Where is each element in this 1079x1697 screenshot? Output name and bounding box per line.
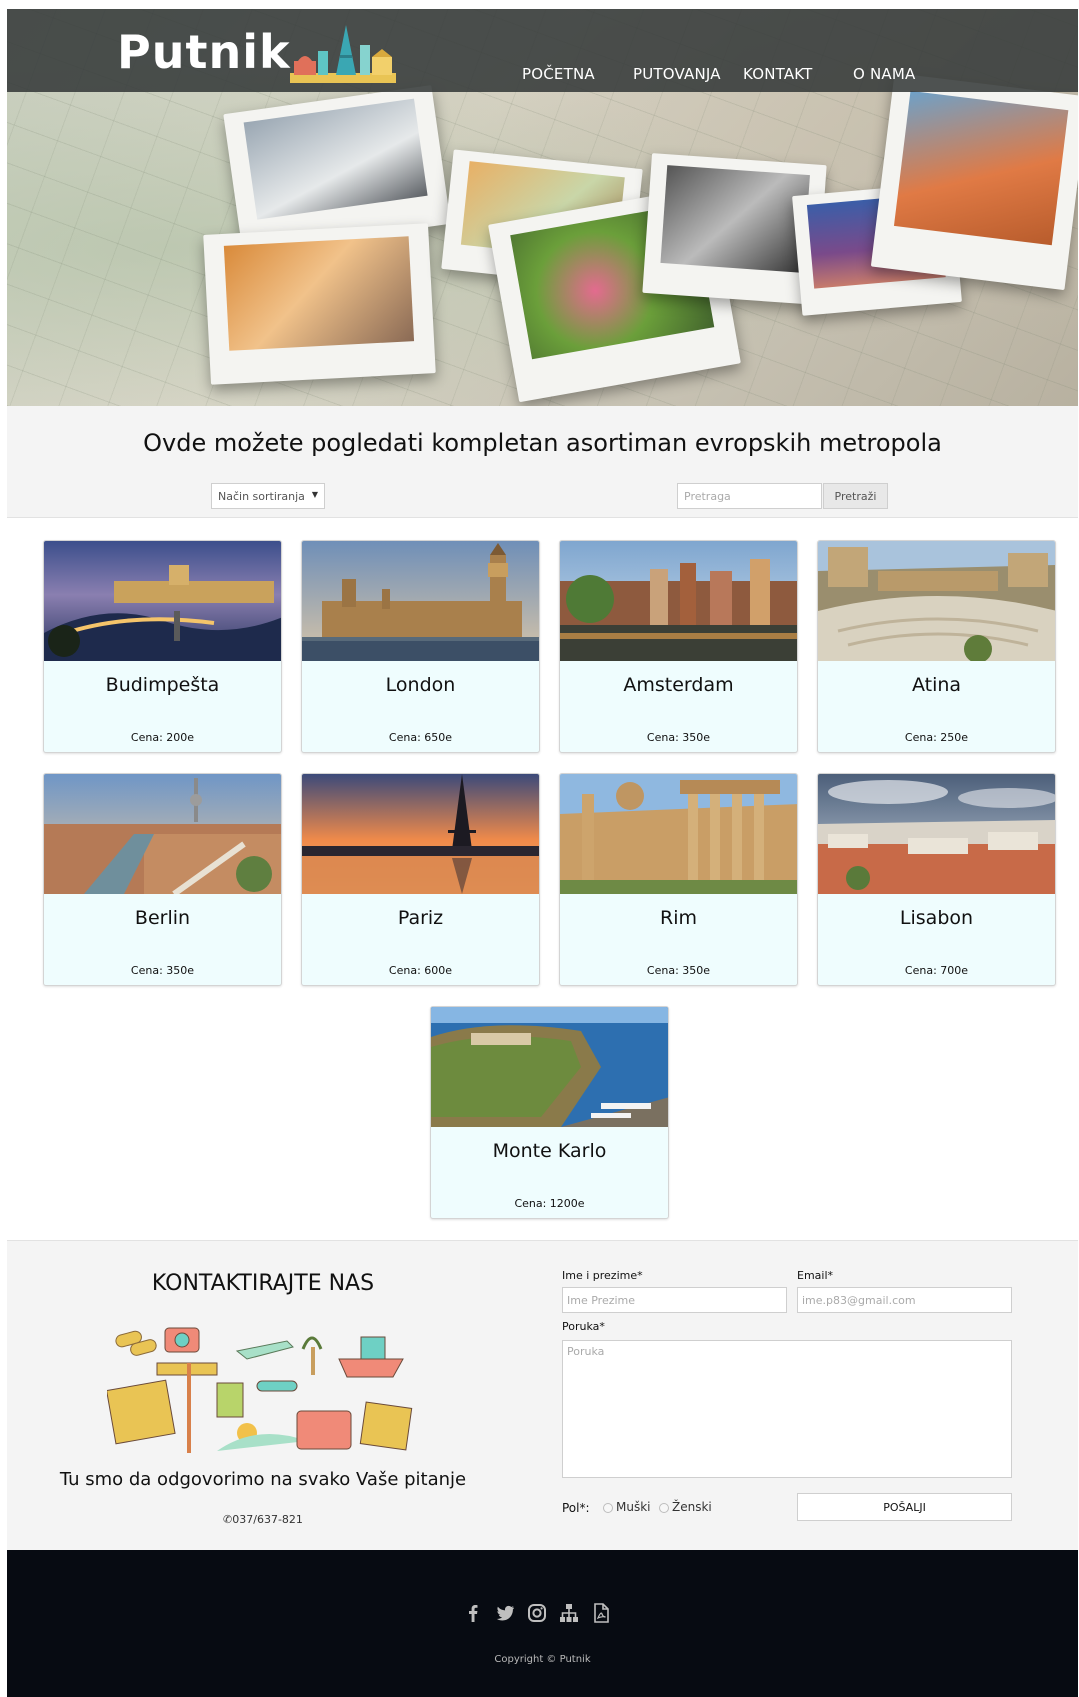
destination-name: Pariz <box>397 907 444 929</box>
gender-female-radio[interactable] <box>659 1503 669 1513</box>
destination-name: Berlin <box>134 907 191 929</box>
nav-putovanja[interactable]: PUTOVANJA <box>633 65 721 83</box>
destination-card-pariz[interactable]: Pariz Cena: 600e <box>301 773 540 986</box>
destination-image <box>818 541 1055 661</box>
destination-price: Cena: 650e <box>388 731 453 744</box>
contact-title: KONTAKTIRAJTE NAS <box>151 1271 375 1296</box>
email-label: Email* <box>797 1269 834 1282</box>
destination-image <box>431 1007 668 1127</box>
destination-card-atina[interactable]: Atina Cena: 250e <box>817 540 1056 753</box>
destination-image <box>560 774 797 894</box>
destination-image <box>560 541 797 661</box>
destination-price: Cena: 350e <box>646 964 711 977</box>
caret-down-icon: ▼ <box>311 490 318 499</box>
destination-image <box>44 541 281 661</box>
hero-polaroid <box>203 223 436 385</box>
instagram-icon[interactable] <box>526 1602 548 1624</box>
contact-section: KONTAKTIRAJTE NAS Tu smo da odgovorimo n… <box>7 1240 1078 1550</box>
search-input[interactable] <box>677 483 822 509</box>
destination-name: London <box>385 674 456 696</box>
destination-name: Lisabon <box>899 907 974 929</box>
page-footer: Copyright © Putnik <box>7 1550 1078 1697</box>
message-label: Poruka* <box>562 1320 605 1333</box>
catalog-title: Ovde možete pogledati kompletan asortima… <box>143 429 942 457</box>
destination-card-lisabon[interactable]: Lisabon Cena: 700e <box>817 773 1056 986</box>
destination-image <box>44 774 281 894</box>
email-field[interactable] <box>797 1287 1012 1313</box>
site-logo[interactable]: Putnik <box>117 27 291 77</box>
destination-price: Cena: 350e <box>130 964 195 977</box>
sort-select[interactable]: Način sortiranja ▼ <box>211 483 325 509</box>
top-navbar: Putnik POČETNA PUTOVANJA KONTAKT O NAMA <box>7 9 1078 92</box>
catalog-header: Ovde možete pogledati kompletan asortima… <box>7 406 1078 518</box>
destination-name: Budimpešta <box>105 674 220 696</box>
copyright-text: Copyright © Putnik <box>494 1654 591 1665</box>
hero-polaroid <box>870 72 1078 291</box>
contact-phone[interactable]: ✆037/637-821 <box>63 1513 463 1526</box>
travel-items-illustration <box>107 1327 413 1453</box>
sitemap-icon[interactable] <box>558 1602 580 1624</box>
destination-price: Cena: 700e <box>904 964 969 977</box>
destination-image <box>818 774 1055 894</box>
destination-image <box>302 774 539 894</box>
landmarks-logo-icon <box>290 25 396 83</box>
search-button[interactable]: Pretraži <box>823 483 888 509</box>
gender-male-radio[interactable] <box>603 1503 613 1513</box>
phone-number: 037/637-821 <box>232 1513 303 1526</box>
name-label: Ime i prezime* <box>562 1269 643 1282</box>
gender-label: Pol*: <box>562 1501 590 1515</box>
sort-select-label: Način sortiranja <box>218 490 305 503</box>
destination-price: Cena: 200e <box>130 731 195 744</box>
destination-card-budimpesta[interactable]: Budimpešta Cena: 200e <box>43 540 282 753</box>
destination-image <box>302 541 539 661</box>
destination-name: Rim <box>660 907 697 929</box>
contact-tagline: Tu smo da odgovorimo na svako Vaše pitan… <box>59 1469 467 1490</box>
destination-name: Amsterdam <box>623 674 734 696</box>
destination-price: Cena: 600e <box>388 964 453 977</box>
nav-o-nama[interactable]: O NAMA <box>853 65 915 83</box>
facebook-icon[interactable] <box>462 1602 484 1624</box>
destination-name: Monte Karlo <box>492 1140 607 1162</box>
destination-card-amsterdam[interactable]: Amsterdam Cena: 350e <box>559 540 798 753</box>
destination-price: Cena: 1200e <box>514 1197 585 1210</box>
destination-name: Atina <box>911 674 962 696</box>
twitter-icon[interactable] <box>494 1602 516 1624</box>
nav-kontakt[interactable]: KONTAKT <box>743 65 813 83</box>
destination-price: Cena: 250e <box>904 731 969 744</box>
destination-card-london[interactable]: London Cena: 650e <box>301 540 540 753</box>
name-field[interactable] <box>562 1287 787 1313</box>
phone-icon: ✆ <box>223 1513 233 1526</box>
destination-card-rim[interactable]: Rim Cena: 350e <box>559 773 798 986</box>
submit-button[interactable]: POŠALJI <box>797 1493 1012 1521</box>
hero-banner: Putnik POČETNA PUTOVANJA KONTAKT O NAMA <box>7 9 1078 406</box>
gender-male-label[interactable]: Muški <box>616 1500 651 1514</box>
gender-female-label[interactable]: Ženski <box>672 1500 712 1514</box>
destination-card-berlin[interactable]: Berlin Cena: 350e <box>43 773 282 986</box>
pdf-icon[interactable] <box>590 1602 612 1624</box>
nav-pocetna[interactable]: POČETNA <box>522 65 595 83</box>
message-field[interactable] <box>562 1340 1012 1478</box>
destination-card-monte-karlo[interactable]: Monte Karlo Cena: 1200e <box>430 1006 669 1219</box>
destination-price: Cena: 350e <box>646 731 711 744</box>
